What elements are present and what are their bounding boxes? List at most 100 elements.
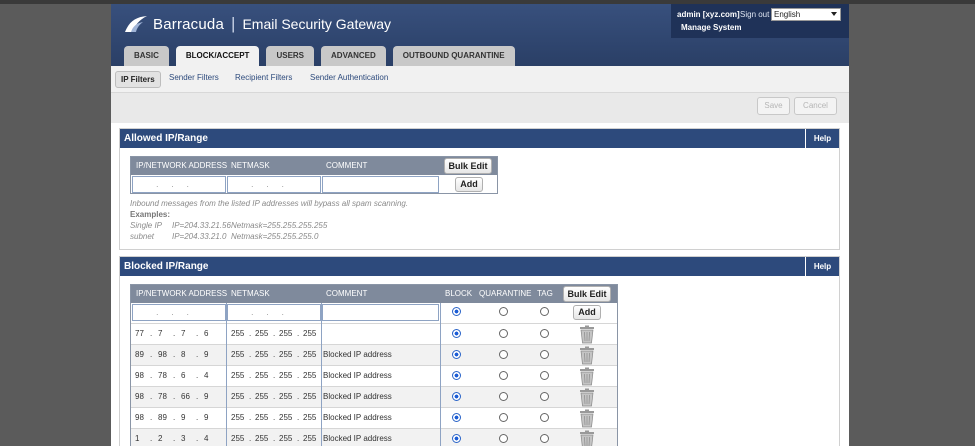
netmask-dot: .: [297, 434, 300, 443]
ip-dot: .: [150, 392, 153, 401]
allowed-netmask-input[interactable]: ...: [227, 176, 321, 193]
tag-radio[interactable]: [540, 371, 549, 380]
tab-outbound-quarantine[interactable]: OUTBOUND QUARANTINE: [392, 46, 515, 66]
row-comment: Blocked IP address: [323, 350, 392, 359]
trash-icon[interactable]: [575, 367, 599, 386]
col-ip-address: IP/NETWORK ADDRESS: [136, 161, 228, 170]
tag-radio[interactable]: [540, 392, 549, 401]
ip-octet: 2: [158, 434, 163, 443]
netmask-dot: .: [249, 413, 252, 422]
netmask-octet: 255: [279, 434, 293, 443]
quarantine-radio[interactable]: [499, 329, 508, 338]
blocked-ip-input[interactable]: ...: [132, 304, 226, 321]
blocked-bulk-edit-button[interactable]: Bulk Edit: [563, 286, 611, 302]
signout-link[interactable]: Sign out: [740, 10, 769, 19]
block-radio[interactable]: [452, 434, 461, 443]
example-single-name: Single IP: [130, 221, 163, 230]
netmask-octet: 255: [231, 329, 245, 338]
ip-octet: 6: [204, 329, 209, 338]
ip-octet: 98: [158, 350, 167, 359]
netmask-dot: .: [249, 371, 252, 380]
col-netmask: NETMASK: [231, 161, 270, 170]
block-radio[interactable]: [452, 350, 461, 359]
trash-icon[interactable]: [575, 430, 599, 446]
tag-radio[interactable]: [540, 350, 549, 359]
block-radio[interactable]: [452, 371, 461, 380]
trash-icon[interactable]: [575, 388, 599, 407]
example-subnet-mask: Netmask=255.255.255.0: [231, 232, 319, 241]
col-tag: TAG: [537, 289, 553, 298]
blocked-netmask-input[interactable]: ...: [227, 304, 321, 321]
subnav-sender-authentication[interactable]: Sender Authentication: [310, 73, 388, 82]
allowed-ip-input[interactable]: ...: [132, 176, 226, 193]
tag-radio[interactable]: [540, 434, 549, 443]
cancel-button[interactable]: Cancel: [794, 97, 837, 115]
netmask-dot: .: [249, 350, 252, 359]
quarantine-radio[interactable]: [499, 392, 508, 401]
trash-icon[interactable]: [575, 409, 599, 428]
col-ip-address: IP/NETWORK ADDRESS: [136, 289, 228, 298]
netmask-dot: .: [273, 413, 276, 422]
quarantine-radio[interactable]: [499, 350, 508, 359]
tab-users[interactable]: USERS: [266, 46, 315, 66]
ip-octet: 1: [135, 434, 140, 443]
examples-label: Examples:: [130, 210, 171, 219]
subnav-recipient-filters[interactable]: Recipient Filters: [235, 73, 292, 82]
allowed-add-button[interactable]: Add: [455, 177, 483, 192]
netmask-octet: 255: [231, 434, 245, 443]
ip-dot: .: [173, 392, 176, 401]
brand-divider: |: [231, 14, 236, 33]
subnav-ip-filters[interactable]: IP Filters: [115, 71, 161, 88]
tab-advanced[interactable]: ADVANCED: [321, 46, 386, 66]
ip-octet: 78: [158, 371, 167, 380]
quarantine-radio[interactable]: [499, 371, 508, 380]
blocked-ip-title-bar: Blocked IP/Range Help: [120, 257, 839, 276]
manage-system-link[interactable]: Manage System: [681, 23, 741, 32]
netmask-dot: .: [273, 392, 276, 401]
ip-octet: 9: [204, 413, 209, 422]
netmask-octet: 255: [231, 371, 245, 380]
new-tag-radio[interactable]: [540, 307, 549, 316]
allowed-ip-section: Allowed IP/Range Help IP/NETWORK ADDRESS…: [119, 128, 840, 250]
trash-icon[interactable]: [575, 346, 599, 365]
blocked-help-link[interactable]: Help: [805, 257, 839, 276]
main-tabs: BASIC BLOCK/ACCEPT USERS ADVANCED OUTBOU…: [124, 46, 522, 67]
tag-radio[interactable]: [540, 413, 549, 422]
netmask-octet: 255: [303, 413, 317, 422]
column-divider: [321, 303, 322, 446]
ip-dot: .: [150, 413, 153, 422]
tag-radio[interactable]: [540, 329, 549, 338]
subnav-sender-filters[interactable]: Sender Filters: [169, 73, 219, 82]
tab-block-accept[interactable]: BLOCK/ACCEPT: [175, 46, 260, 67]
quarantine-radio[interactable]: [499, 434, 508, 443]
netmask-dot: .: [249, 392, 252, 401]
save-toolbar: Save Cancel: [111, 93, 849, 123]
netmask-dot: .: [297, 392, 300, 401]
blocked-comment-input[interactable]: [322, 304, 439, 321]
block-radio[interactable]: [452, 392, 461, 401]
new-block-radio[interactable]: [452, 307, 461, 316]
new-quarantine-radio[interactable]: [499, 307, 508, 316]
quarantine-radio[interactable]: [499, 413, 508, 422]
allowed-bulk-edit-button[interactable]: Bulk Edit: [444, 158, 492, 174]
allowed-help-link[interactable]: Help: [805, 129, 839, 148]
table-row: 1. 2. 3. 4 255. 255. 255. 255 Blocked IP address: [131, 428, 617, 446]
col-quarantine: QUARANTINE: [479, 289, 532, 298]
tab-basic[interactable]: BASIC: [124, 46, 169, 66]
netmask-octet: 255: [303, 392, 317, 401]
table-row: 98. 78. 66. 9 255. 255. 255. 255 Blocked IP addr…: [131, 386, 617, 407]
netmask-octet: 255: [279, 329, 293, 338]
block-radio[interactable]: [452, 329, 461, 338]
column-divider: [226, 303, 227, 446]
blocked-add-button[interactable]: Add: [573, 305, 601, 320]
language-value: English: [774, 10, 801, 19]
save-button[interactable]: Save: [757, 97, 790, 115]
blocked-ip-section: Blocked IP/Range Help IP/NETWORK ADDRESS…: [119, 256, 840, 446]
ip-octet: 98: [135, 371, 144, 380]
language-select[interactable]: English: [771, 8, 841, 21]
allowed-comment-input[interactable]: [322, 176, 439, 193]
ip-dot: .: [150, 350, 153, 359]
trash-icon[interactable]: [575, 325, 599, 344]
block-radio[interactable]: [452, 413, 461, 422]
account-panel: admin [xyz.com] Sign out English Manage …: [671, 4, 849, 38]
